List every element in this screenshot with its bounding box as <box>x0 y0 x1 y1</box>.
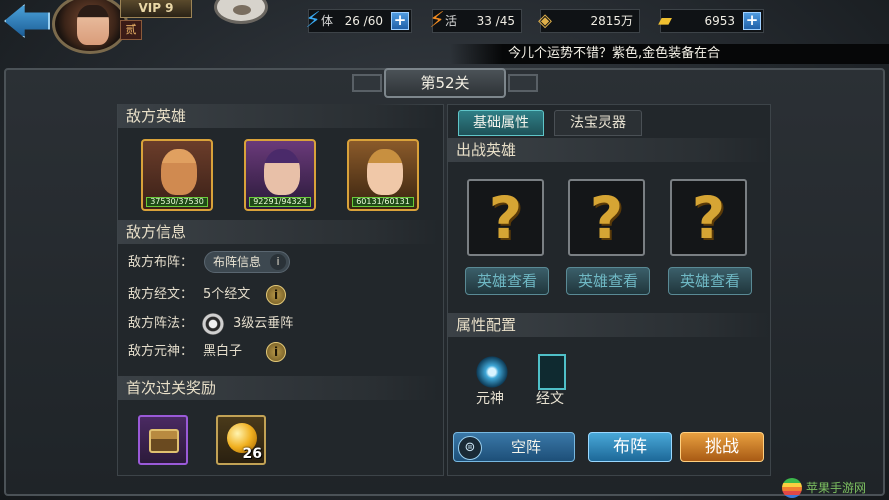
formation-toggle-icon: ⊜ <box>458 436 482 460</box>
view-hero-button[interactable]: 英雄查看 <box>566 267 650 295</box>
hero-portrait <box>161 149 197 195</box>
array-value: 3级云垂阵 <box>233 316 294 331</box>
top-bar: VIP 9 贰 ⚡ 体 26 /60 + ⚡ 活 33 /45 ◈ 2815万 … <box>0 0 889 54</box>
reward-item-orb[interactable]: 26 <box>216 415 266 465</box>
scripture-scroll-icon[interactable] <box>538 354 566 390</box>
coin-icon: ◈ <box>538 10 552 31</box>
spirit-info-icon[interactable]: i <box>266 342 286 362</box>
tab-treasures[interactable]: 法宝灵器 <box>554 110 642 136</box>
cloud-array-icon[interactable] <box>202 313 224 335</box>
unknown-hero-slot[interactable]: ? <box>467 179 544 256</box>
attr-spirit-label: 元神 <box>476 391 504 407</box>
enemy-hero-card[interactable]: 37530/37530 <box>141 139 213 211</box>
title-ornament-right <box>508 74 538 92</box>
hero-hp: 37530/37530 <box>146 197 208 207</box>
scripture-label: 敌方经文： <box>128 287 194 302</box>
battle-heroes-header: 出战英雄 <box>448 138 770 162</box>
spirit-label: 敌方元神： <box>128 344 194 359</box>
ingot-resource: ▰ 6953 + <box>658 9 764 33</box>
announcement-marquee: 今儿个运势不错？紫色,金色装备在合 <box>450 44 889 64</box>
stamina-label: 体 <box>321 14 334 28</box>
unknown-hero-slot[interactable]: ? <box>670 179 747 256</box>
arrange-button[interactable]: 布阵 <box>588 432 672 462</box>
spirit-value: 黑白子 <box>203 344 243 359</box>
enemy-hero-card[interactable]: 60131/60131 <box>347 139 419 211</box>
vitality-value: 33 /45 <box>476 14 515 28</box>
formation-info-label: 布阵信息 <box>213 255 262 269</box>
stamina-value: 26 /60 <box>344 14 383 28</box>
scripture-info-icon[interactable]: i <box>266 285 286 305</box>
enemy-hero-card[interactable]: 92291/94324 <box>244 139 316 211</box>
scripture-value: 5个经文 <box>203 287 251 302</box>
hero-portrait <box>367 149 403 195</box>
back-arrow-icon[interactable] <box>4 4 50 38</box>
view-hero-button[interactable]: 英雄查看 <box>465 267 549 295</box>
empty-formation-label: 空阵 <box>510 438 541 456</box>
stamina-resource: ⚡ 体 26 /60 + <box>305 8 412 33</box>
info-icon: i <box>270 254 286 270</box>
formation-info-button[interactable]: 布阵信息 i <box>204 251 290 273</box>
add-ingot-button[interactable]: + <box>743 12 761 30</box>
attr-scripture-label: 经文 <box>536 391 564 407</box>
challenge-button[interactable]: 挑战 <box>680 432 764 462</box>
hero-hp: 60131/60131 <box>352 197 414 207</box>
attribute-config-header: 属性配置 <box>448 313 770 337</box>
vitality-resource: ⚡ 活 33 /45 <box>429 8 522 33</box>
array-label: 敌方阵法： <box>128 316 194 331</box>
vip-badge[interactable]: VIP 9 <box>120 0 192 18</box>
formation-row: 敌方布阵： <box>128 252 193 274</box>
hero-hp: 92291/94324 <box>249 197 311 207</box>
treasure-chest-icon <box>149 429 179 453</box>
watermark: 苹果手游网 <box>780 476 889 500</box>
coin-value: 2815万 <box>590 14 633 28</box>
apple-logo-icon <box>782 478 802 498</box>
gold-ingot-icon: ▰ <box>658 10 672 31</box>
reward-count: 26 <box>242 446 262 462</box>
array-row: 敌方阵法： 3级云垂阵 <box>128 313 328 335</box>
formation-label: 敌方布阵： <box>128 255 194 270</box>
ingot-value: 6953 <box>704 14 735 28</box>
watermark-text: 苹果手游网 <box>806 481 867 495</box>
spirit-swirl-icon[interactable] <box>474 354 510 390</box>
tab-basic-attributes[interactable]: 基础属性 <box>458 110 544 136</box>
vitality-label: 活 <box>445 14 458 28</box>
stage-title: 第52关 <box>384 68 506 98</box>
view-hero-button[interactable]: 英雄查看 <box>668 267 752 295</box>
empty-formation-button[interactable]: ⊜ 空阵 <box>453 432 575 462</box>
enemy-info-header: 敌方信息 <box>118 220 438 244</box>
rank-badge: 贰 <box>120 20 142 40</box>
coin-resource: ◈ 2815万 <box>538 9 640 33</box>
first-clear-reward-header: 首次过关奖励 <box>118 376 438 400</box>
enemy-heroes-header: 敌方英雄 <box>118 104 438 128</box>
unknown-hero-slot[interactable]: ? <box>568 179 645 256</box>
hero-portrait <box>264 149 300 195</box>
pet-avatar-icon[interactable] <box>214 0 268 24</box>
reward-item-chest[interactable] <box>138 415 188 465</box>
add-stamina-button[interactable]: + <box>391 12 409 30</box>
title-ornament-left <box>352 74 382 92</box>
